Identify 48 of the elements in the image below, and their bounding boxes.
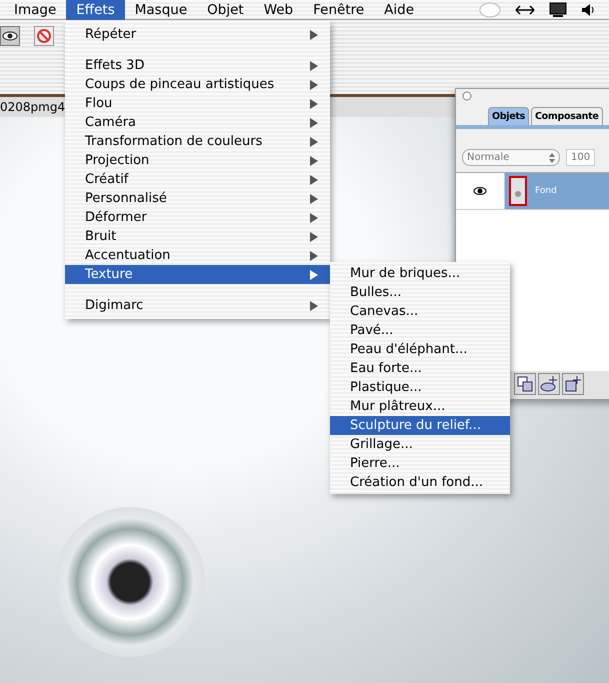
menu-item[interactable]: Pavé... <box>330 321 510 340</box>
menu-title[interactable]: Masque <box>124 0 198 20</box>
menu-item[interactable]: Bruit <box>65 227 330 246</box>
menu-item[interactable]: Effets 3D <box>65 56 330 75</box>
menu-item[interactable]: Digimarc <box>65 296 330 315</box>
menu-item[interactable]: Sculpture du relief... <box>330 416 510 435</box>
menu-item[interactable]: Eau forte... <box>330 359 510 378</box>
menu-item[interactable]: Flou <box>65 94 330 113</box>
opacity-field[interactable]: 100 <box>566 149 596 166</box>
menu-item[interactable]: Pierre... <box>330 454 510 473</box>
close-icon[interactable] <box>462 91 472 101</box>
layer-thumbnail-icon <box>509 176 527 206</box>
menu-item[interactable]: Mur plâtreux... <box>330 397 510 416</box>
eye-icon[interactable] <box>473 186 487 196</box>
menu-item[interactable]: Grillage... <box>330 435 510 454</box>
eye-selection-icon[interactable] <box>0 26 20 46</box>
prohibited-icon[interactable] <box>34 26 54 46</box>
menu-title[interactable]: Fenêtre <box>303 0 374 20</box>
panel-tab[interactable]: Objets <box>488 107 529 125</box>
menu-item[interactable]: Canevas... <box>330 302 510 321</box>
speaker-icon[interactable] <box>581 2 595 16</box>
menu-title[interactable]: Objet <box>197 0 254 20</box>
menu-item[interactable]: Déformer <box>65 208 330 227</box>
stepper-arrows-icon[interactable] <box>549 152 555 162</box>
menu-title[interactable]: Web <box>254 0 304 20</box>
blend-mode-dropdown[interactable]: Normale <box>462 149 560 166</box>
menu-item[interactable]: Coups de pinceau artistiques <box>65 75 330 94</box>
menu-item[interactable]: Caméra <box>65 113 330 132</box>
menu-item[interactable]: Mur de briques... <box>330 264 510 283</box>
menu-title[interactable]: Effets <box>66 0 125 20</box>
menu-item[interactable]: Personnalisé <box>65 189 330 208</box>
menu-item[interactable]: Bulles... <box>330 283 510 302</box>
panel-tab[interactable]: Composante <box>530 107 603 125</box>
menu-item[interactable]: Plastique... <box>330 378 510 397</box>
menu-item[interactable]: Transformation de couleurs <box>65 132 330 151</box>
display-icon[interactable] <box>549 2 567 18</box>
overlapping-squares-icon[interactable] <box>514 373 536 395</box>
menu-item[interactable]: Créatif <box>65 170 330 189</box>
document-title: 0208pmg4 <box>0 100 66 114</box>
menu-item[interactable]: Répéter <box>65 25 330 44</box>
menu-item[interactable]: Peau d'éléphant... <box>330 340 510 359</box>
menu-title[interactable]: Image <box>4 0 66 20</box>
layer-name: Fond <box>535 186 557 196</box>
menu-item[interactable]: Texture <box>65 265 330 284</box>
menu-item[interactable]: Accentuation <box>65 246 330 265</box>
menu-item[interactable]: Projection <box>65 151 330 170</box>
menu-title[interactable]: Aide <box>374 0 424 20</box>
menu-item[interactable]: Création d'un fond... <box>330 473 510 492</box>
